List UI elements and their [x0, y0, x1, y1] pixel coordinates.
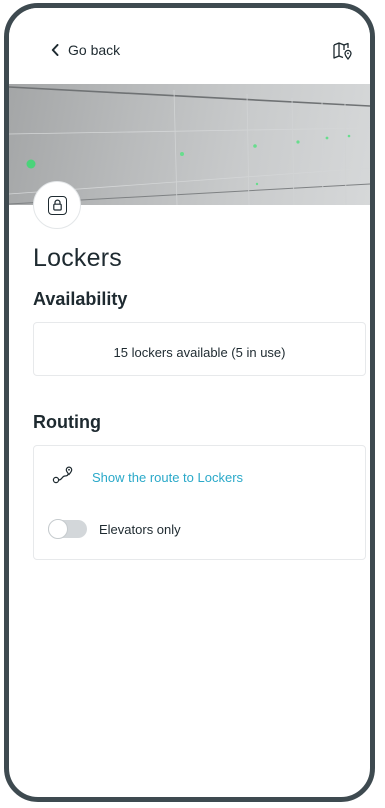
elevators-only-label: Elevators only [99, 521, 181, 537]
back-label: Go back [68, 42, 121, 58]
routing-heading: Routing [33, 412, 101, 432]
chevron-left-icon [51, 44, 59, 56]
availability-heading: Availability [33, 289, 128, 309]
locker-badge [33, 181, 81, 229]
page-title: Lockers [33, 244, 122, 272]
show-route-link[interactable]: Show the route to Lockers [92, 470, 243, 485]
back-button[interactable]: Go back [51, 42, 120, 58]
route-icon [52, 466, 74, 489]
top-bar: Go back [9, 8, 370, 84]
elevators-only-row: Elevators only [48, 519, 181, 539]
elevators-only-toggle[interactable] [48, 519, 87, 539]
routing-card: Show the route to Lockers Elevators only [33, 445, 366, 560]
availability-text: 15 lockers available (5 in use) [113, 345, 286, 360]
availability-card: 15 lockers available (5 in use) [33, 322, 366, 376]
toggle-knob [48, 519, 68, 539]
map-pin-icon [333, 42, 353, 64]
map-button[interactable] [333, 42, 353, 65]
lock-icon [47, 195, 67, 215]
show-route-button[interactable]: Show the route to Lockers [52, 466, 243, 489]
phone-frame: Go back Lockers Availability 15 lockers … [4, 3, 375, 802]
